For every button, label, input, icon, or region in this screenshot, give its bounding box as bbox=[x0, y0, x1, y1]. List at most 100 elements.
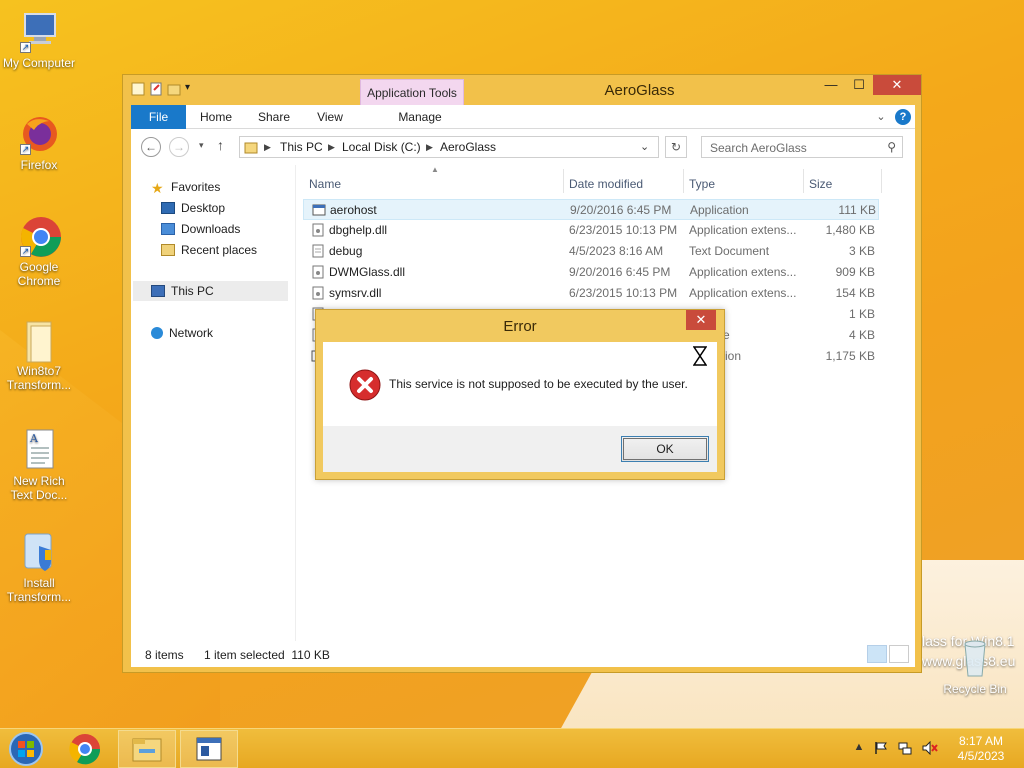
address-dropdown-icon[interactable]: ⌄ bbox=[640, 140, 649, 153]
table-row[interactable]: dbghelp.dll 6/23/2015 10:13 PM Applicati… bbox=[303, 220, 879, 241]
column-header-name[interactable]: Name bbox=[309, 177, 341, 191]
back-button[interactable]: ← bbox=[141, 137, 161, 157]
expand-ribbon-icon[interactable]: ⌄ bbox=[873, 109, 889, 125]
desktop-icon-label: Recycle Bin bbox=[943, 682, 1007, 696]
desktop-icon-rich-text[interactable]: A New Rich Text Doc... bbox=[0, 428, 78, 502]
column-divider[interactable] bbox=[881, 169, 882, 193]
column-header-type[interactable]: Type bbox=[689, 177, 715, 191]
search-icon: ⚲ bbox=[887, 140, 896, 154]
dialog-body: This service is not supposed to be execu… bbox=[323, 342, 717, 426]
ok-button[interactable]: OK bbox=[621, 436, 709, 462]
nav-desktop[interactable]: Desktop bbox=[161, 198, 225, 218]
breadcrumb-separator[interactable]: ▶ bbox=[426, 142, 433, 153]
volume-muted-icon[interactable] bbox=[922, 740, 938, 756]
maximize-button[interactable]: ☐ bbox=[845, 75, 873, 95]
table-row[interactable]: DWMGlass.dll 9/20/2016 6:45 PM Applicati… bbox=[303, 262, 879, 283]
breadcrumb-separator[interactable]: ▶ bbox=[328, 142, 335, 153]
navigation-pane: ★ Favorites Desktop Downloads Recent plac… bbox=[131, 165, 296, 641]
file-date: 4/5/2023 8:16 AM bbox=[569, 244, 664, 258]
up-button[interactable]: ↑ bbox=[217, 137, 224, 153]
taskbar-aerohost[interactable] bbox=[180, 730, 238, 768]
table-row[interactable]: symsrv.dll 6/23/2015 10:13 PM Applicatio… bbox=[303, 283, 879, 304]
search-input[interactable]: Search AeroGlass ⚲ bbox=[701, 136, 903, 158]
taskbar-chrome[interactable] bbox=[56, 730, 114, 768]
network-icon[interactable] bbox=[898, 741, 912, 755]
nav-label: This PC bbox=[171, 284, 214, 298]
file-date: 6/23/2015 10:13 PM bbox=[569, 223, 678, 237]
column-divider[interactable] bbox=[683, 169, 684, 193]
nav-network[interactable]: Network bbox=[151, 323, 213, 343]
file-size: 909 KB bbox=[835, 265, 875, 279]
installer-icon bbox=[19, 530, 59, 574]
refresh-icon[interactable]: ↻ bbox=[665, 136, 687, 158]
tab-home[interactable]: Home bbox=[191, 105, 241, 129]
table-row[interactable]: aerohost 9/20/2016 6:45 PM Application 1… bbox=[303, 199, 879, 220]
nav-downloads[interactable]: Downloads bbox=[161, 219, 240, 239]
error-icon bbox=[349, 369, 381, 401]
tab-manage[interactable]: Manage bbox=[368, 105, 472, 129]
document-icon: A bbox=[19, 428, 59, 472]
nav-recent-places[interactable]: Recent places bbox=[161, 240, 257, 260]
ribbon-tabs: File Home Share View Manage ⌄ ? bbox=[131, 105, 915, 129]
breadcrumb-this-pc[interactable]: This PC bbox=[280, 140, 323, 154]
desktop-icon-label: Chrome bbox=[17, 274, 61, 288]
details-view-icon[interactable] bbox=[867, 645, 887, 663]
action-center-flag-icon[interactable] bbox=[874, 741, 888, 755]
file-size: 1,480 KB bbox=[825, 223, 875, 237]
table-row[interactable]: debug 4/5/2023 8:16 AM Text Document 3 K… bbox=[303, 241, 879, 262]
taskbar-file-explorer[interactable] bbox=[118, 730, 176, 768]
show-hidden-icons-icon[interactable]: ▲ bbox=[852, 741, 866, 755]
help-icon[interactable]: ? bbox=[895, 109, 911, 125]
file-type: Text Document bbox=[689, 244, 770, 258]
file-size: 3 KB bbox=[848, 244, 875, 258]
error-dialog[interactable]: Error ✕ This service is not supposed to … bbox=[315, 309, 725, 480]
desktop-icon-label: Firefox bbox=[20, 158, 58, 172]
minimize-button[interactable]: — bbox=[817, 75, 845, 95]
nav-label: Downloads bbox=[181, 222, 241, 236]
nav-favorites[interactable]: ★ Favorites bbox=[151, 177, 220, 197]
breadcrumb-separator[interactable]: ▶ bbox=[264, 142, 271, 153]
star-icon: ★ bbox=[151, 180, 164, 196]
desktop-icon-my-computer[interactable]: ↗ My Computer bbox=[0, 10, 78, 70]
column-divider[interactable] bbox=[563, 169, 564, 193]
recent-locations-icon[interactable]: ▾ bbox=[199, 140, 204, 151]
desktop-icon-win8to7[interactable]: Win8to7 Transform... bbox=[0, 318, 78, 392]
breadcrumb-local-disk[interactable]: Local Disk (C:) bbox=[342, 140, 421, 154]
address-bar[interactable]: ▶ This PC ▶ Local Disk (C:) ▶ AeroGlass … bbox=[239, 136, 659, 158]
file-size: 154 KB bbox=[835, 286, 875, 300]
nav-label: Recent places bbox=[181, 243, 258, 257]
desktop-icon-install-transform[interactable]: Install Transform... bbox=[0, 530, 78, 604]
file-size: 1,175 KB bbox=[825, 349, 875, 363]
breadcrumb-aeroglass[interactable]: AeroGlass bbox=[440, 140, 496, 154]
network-icon bbox=[151, 327, 163, 339]
file-type: Application extens... bbox=[689, 223, 797, 237]
clock[interactable]: 8:17 AM 4/5/2023 bbox=[950, 734, 1012, 764]
dialog-title: Error bbox=[503, 318, 537, 335]
desktop-icon-label: Google bbox=[19, 260, 59, 274]
tab-file[interactable]: File bbox=[131, 105, 186, 129]
desktop-icon-chrome[interactable]: ↗ Google Chrome bbox=[0, 214, 78, 288]
tab-share[interactable]: Share bbox=[249, 105, 299, 129]
forward-button[interactable]: → bbox=[169, 137, 189, 157]
column-header-date[interactable]: Date modified bbox=[569, 177, 643, 191]
sort-ascending-icon: ▲ bbox=[431, 165, 439, 174]
nav-this-pc[interactable]: This PC bbox=[133, 281, 288, 301]
file-date: 6/23/2015 10:13 PM bbox=[569, 286, 678, 300]
start-button[interactable] bbox=[6, 731, 50, 767]
file-name: debug bbox=[329, 244, 363, 258]
large-icons-view-icon[interactable] bbox=[889, 645, 909, 663]
file-name: aerohost bbox=[330, 203, 377, 217]
tab-view[interactable]: View bbox=[305, 105, 355, 129]
column-header-size[interactable]: Size bbox=[809, 177, 832, 191]
desktop-icon-label: Transform... bbox=[6, 378, 72, 392]
column-divider[interactable] bbox=[803, 169, 804, 193]
file-size: 1 KB bbox=[848, 307, 875, 321]
dialog-footer: OK bbox=[323, 426, 717, 472]
downloads-icon bbox=[161, 223, 175, 235]
desktop-icon-firefox[interactable]: ↗ Firefox bbox=[0, 112, 78, 172]
close-button[interactable]: ✕ bbox=[873, 75, 921, 95]
title-bar[interactable]: ▾ Application Tools AeroGlass — ☐ ✕ bbox=[123, 75, 921, 105]
desktop-icon-recycle-bin[interactable]: Recycle Bin bbox=[936, 634, 1014, 696]
dialog-close-button[interactable]: ✕ bbox=[686, 310, 716, 330]
file-size: 111 KB bbox=[838, 203, 876, 217]
